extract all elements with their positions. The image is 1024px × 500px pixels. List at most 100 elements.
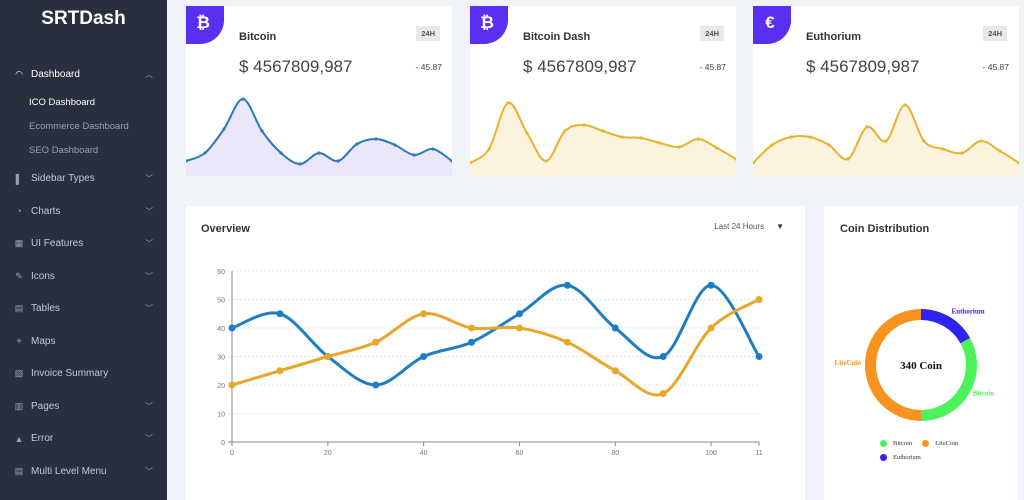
chevron-down-icon: ﹀ xyxy=(145,239,153,249)
legend-swatch xyxy=(922,439,930,447)
sparkline-point xyxy=(884,139,888,143)
submenu-item-ico-dashboard[interactable]: ICO Dashboard xyxy=(29,91,167,115)
chevron-down-icon: ﹀ xyxy=(145,401,153,411)
coin-change: - 45.87 xyxy=(982,62,1009,72)
sidebar-menu: ◠ Dashboard ︿ ICO Dashboard Ecommerce Dashbo… xyxy=(0,58,167,488)
data-point xyxy=(563,281,571,289)
coin-card: € Euthorium 24H $ 4567809,987 - 45.87 xyxy=(753,6,1019,176)
legend-label: Bitcoin xyxy=(893,439,913,447)
sidebar-item-label: Dashboard xyxy=(31,68,80,80)
donut-segment-label: LiteCoin xyxy=(835,359,862,367)
data-point xyxy=(611,367,619,375)
maps-icon: ⌖ xyxy=(16,335,22,346)
period-badge: 24H xyxy=(983,26,1007,41)
ui-features-icon: ▦ xyxy=(14,238,24,249)
sparkline-point xyxy=(998,149,1002,153)
sidebar-item-label: Maps xyxy=(31,335,56,347)
sparkline-point xyxy=(846,157,850,161)
x-tick-label: 100 xyxy=(705,450,717,457)
y-tick-label: 20 xyxy=(217,383,225,390)
coin-distribution-card: Coin Distribution Euthorium Bitcoin LiteCo… xyxy=(824,206,1018,500)
coin-name: Euthorium xyxy=(806,31,861,43)
legend-row: Bitcoin LiteCoin xyxy=(880,436,1000,450)
sidebar: SRTDash ◠ Dashboard ︿ ICO Dashboard Ecommerc… xyxy=(0,0,167,500)
dashboard-submenu: ICO Dashboard Ecommerce Dashboard SEO Dash… xyxy=(0,91,167,163)
submenu-item-ecommerce-dashboard[interactable]: Ecommerce Dashboard xyxy=(29,115,167,139)
data-point xyxy=(659,353,667,360)
distribution-legend: Bitcoin LiteCoin Euthorium xyxy=(880,436,1000,464)
sidebar-item-maps[interactable]: ⌖ Maps xyxy=(0,325,167,358)
chevron-down-icon: ﹀ xyxy=(145,304,153,314)
submenu-item-seo-dashboard[interactable]: SEO Dashboard xyxy=(29,139,167,163)
sparkline-point xyxy=(865,125,869,129)
brand-logo[interactable]: SRTDash xyxy=(0,0,167,38)
y-tick-label: 50 xyxy=(217,298,225,305)
x-tick-label: 40 xyxy=(420,450,428,457)
dashboard-icon: ◠ xyxy=(15,68,23,79)
sparkline-point xyxy=(336,159,340,163)
sparkline-point xyxy=(639,136,643,140)
coin-card: ₿ Bitcoin 24H $ 4567809,987 - 45.87 xyxy=(186,6,452,176)
invoice-icon: ▧ xyxy=(14,368,24,379)
sidebar-item-charts[interactable]: ◔ Charts ﹀ xyxy=(0,195,167,228)
overview-line-chart: 0 10 20 30 40 50 60 0 20 40 60 80 100 11 xyxy=(217,269,763,457)
data-point xyxy=(755,353,763,360)
data-point xyxy=(468,324,476,332)
charts-icon: ◔ xyxy=(16,206,22,217)
sparkline-point xyxy=(696,137,700,141)
y-tick-label: 0 xyxy=(221,440,225,447)
legend-item[interactable]: Bitcoin xyxy=(880,439,913,447)
legend-item[interactable]: Euthorium xyxy=(880,453,921,461)
x-tick-label: 0 xyxy=(230,450,234,457)
sidebar-item-tables[interactable]: ▤ Tables ﹀ xyxy=(0,293,167,326)
sparkline-point xyxy=(979,139,983,143)
sparkline-point xyxy=(298,162,302,166)
x-tick-label: 60 xyxy=(516,450,524,457)
sidebar-item-label: Charts xyxy=(31,205,61,217)
legend-item[interactable]: LiteCoin xyxy=(922,439,959,447)
data-point xyxy=(372,338,380,346)
coin-change: - 45.87 xyxy=(699,62,726,72)
donut-segment xyxy=(921,338,977,421)
sidebar-item-multi-level-menu[interactable]: ▤ Multi Level Menu ﹀ xyxy=(0,455,167,488)
sparkline-point xyxy=(903,103,907,107)
sparkline-chart xyxy=(470,101,736,176)
sparkline-point xyxy=(789,135,793,139)
sparkline-point xyxy=(601,129,605,133)
sidebar-item-label: Tables xyxy=(31,303,60,315)
donut-segment-label: Bitcoin xyxy=(973,390,994,398)
sidebar-item-label: UI Features xyxy=(31,238,84,250)
coin-amount: $ 4567809,987 xyxy=(523,57,637,76)
sidebar-item-ui-features[interactable]: ▦ UI Features ﹀ xyxy=(0,228,167,261)
sparkline-point xyxy=(827,143,831,147)
error-icon: ▲ xyxy=(14,433,24,444)
y-tick-label: 40 xyxy=(217,326,225,333)
series-line xyxy=(231,298,760,397)
sparkline-point xyxy=(658,141,662,145)
period-badge: 24H xyxy=(416,26,440,41)
sidebar-item-invoice-summary[interactable]: ▧ Invoice Summary xyxy=(0,358,167,391)
legend-label: LiteCoin xyxy=(935,439,959,447)
sidebar-item-dashboard[interactable]: ◠ Dashboard ︿ xyxy=(0,58,167,91)
legend-row: Euthorium xyxy=(880,450,1000,464)
data-point xyxy=(276,310,284,318)
sidebar-item-icons[interactable]: ✎ Icons ﹀ xyxy=(0,260,167,293)
y-tick-label: 30 xyxy=(217,355,225,362)
sidebar-item-sidebar-types[interactable]: ▌ Sidebar Types ﹀ xyxy=(0,163,167,196)
y-tick-label: 10 xyxy=(217,412,225,419)
data-point xyxy=(707,324,715,332)
sidebar-item-pages[interactable]: ▥ Pages ﹀ xyxy=(0,390,167,423)
sparkline-point xyxy=(355,142,359,146)
sidebar-types-icon: ▌ xyxy=(15,173,23,184)
data-point xyxy=(420,310,428,318)
sidebar-item-error[interactable]: ▲ Error ﹀ xyxy=(0,423,167,456)
legend-swatch xyxy=(880,453,887,461)
y-tick-label: 60 xyxy=(217,269,225,276)
pages-icon: ▥ xyxy=(14,400,24,411)
sidebar-item-label: Pages xyxy=(31,400,60,412)
sparkline-point xyxy=(544,159,548,163)
coin-amount: $ 4567809,987 xyxy=(239,57,353,76)
x-tick-label: 20 xyxy=(324,450,332,457)
data-point xyxy=(515,324,523,332)
sparkline-point xyxy=(487,147,491,151)
